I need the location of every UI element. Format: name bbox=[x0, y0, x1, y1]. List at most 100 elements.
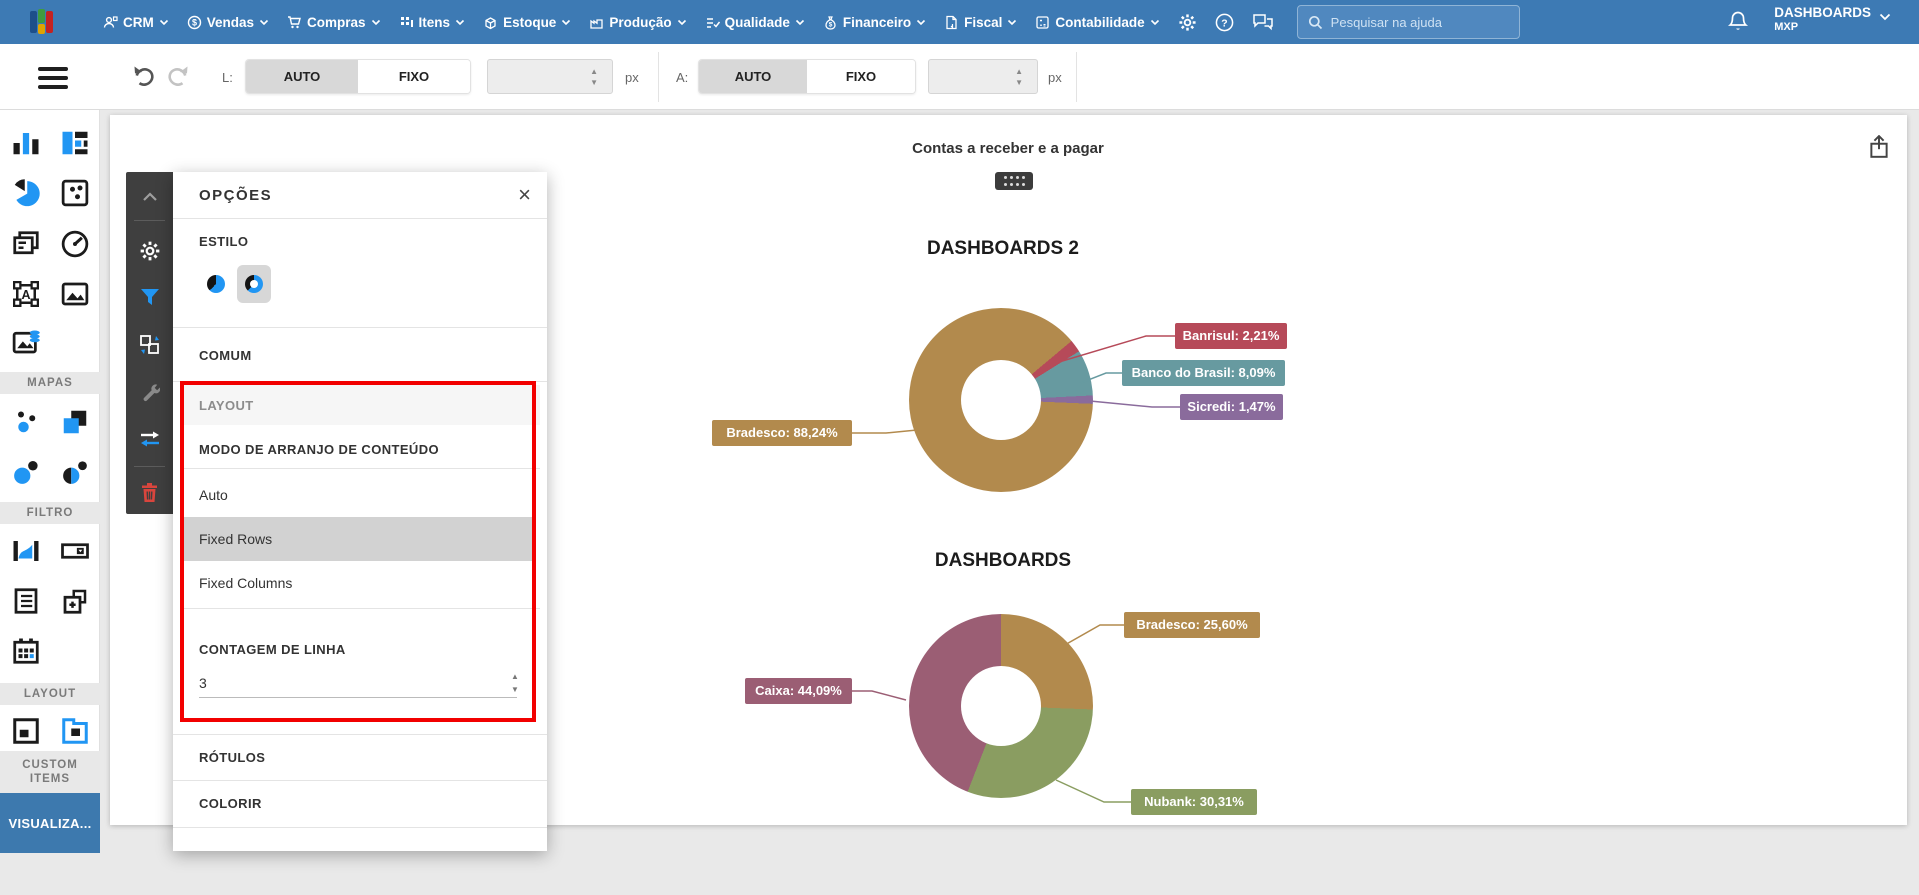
sidebar-section-mapas: MAPAS bbox=[0, 372, 100, 394]
row-count-input[interactable]: 3 bbox=[199, 668, 517, 698]
menu-contabilidade[interactable]: Contabilidade bbox=[1035, 15, 1159, 30]
widget-drag-handle[interactable] bbox=[995, 172, 1033, 190]
menu-vendas[interactable]: $ Vendas bbox=[187, 15, 269, 30]
widget-wrench-icon[interactable] bbox=[126, 382, 173, 402]
widget-move-copy-icon[interactable] bbox=[126, 334, 173, 356]
chevron-down-icon bbox=[1008, 19, 1017, 25]
bubble-map-widget-button[interactable] bbox=[9, 455, 43, 489]
slice-label-nubank[interactable]: Nubank: 30,31% bbox=[1131, 789, 1257, 815]
arrange-option-fixed-rows[interactable]: Fixed Rows bbox=[184, 517, 536, 561]
menu-label: Financeiro bbox=[842, 14, 912, 30]
menu-producao[interactable]: Produção bbox=[589, 15, 686, 30]
top-navigation-bar: CRM $ Vendas Compras Itens Estoque Produ… bbox=[0, 0, 1919, 44]
layout-container-widget-button[interactable] bbox=[9, 714, 43, 748]
widget-delete-trash-icon[interactable] bbox=[126, 482, 173, 503]
add-item-filter-widget-button[interactable] bbox=[58, 584, 92, 618]
account-switcher[interactable]: DASHBOARDS MXP bbox=[1774, 5, 1891, 34]
arrange-option-auto[interactable]: Auto bbox=[184, 473, 536, 517]
menu-estoque[interactable]: Estoque bbox=[483, 15, 571, 30]
bar-chart-widget-button[interactable] bbox=[9, 126, 43, 160]
sidebar-section-layout: LAYOUT bbox=[0, 683, 100, 705]
widget-tool-strip bbox=[126, 172, 173, 514]
width-auto-button[interactable]: AUTO bbox=[246, 60, 358, 93]
height-auto-button[interactable]: AUTO bbox=[699, 60, 807, 93]
scatter-chart-widget-button[interactable] bbox=[58, 176, 92, 210]
slice-label-banrisul[interactable]: Banrisul: 2,21% bbox=[1175, 323, 1287, 349]
gauge-widget-button[interactable] bbox=[58, 227, 92, 261]
account-name: DASHBOARDS bbox=[1774, 5, 1871, 20]
widget-settings-gear-icon[interactable] bbox=[126, 240, 173, 262]
widget-filter-icon[interactable] bbox=[126, 288, 173, 307]
menu-crm[interactable]: CRM bbox=[103, 15, 169, 30]
chevron-down-icon bbox=[917, 19, 926, 25]
pie-chart-widget-button[interactable] bbox=[9, 176, 43, 210]
panel-divider bbox=[180, 468, 540, 469]
height-fixed-button[interactable]: FIXO bbox=[807, 60, 915, 93]
share-export-icon[interactable] bbox=[1868, 135, 1890, 159]
donut-chart-dashboards2[interactable] bbox=[909, 308, 1093, 492]
range-filter-widget-button[interactable] bbox=[9, 534, 43, 568]
slice-label-sicredi[interactable]: Sicredi: 1,47% bbox=[1180, 394, 1283, 420]
search-input[interactable] bbox=[1330, 14, 1491, 30]
sidebar-section-custom-items: CUSTOM ITEMS bbox=[0, 751, 100, 793]
slice-label-banco-do-brasil[interactable]: Banco do Brasil: 8,09% bbox=[1122, 360, 1285, 386]
pie-map-widget-button[interactable] bbox=[58, 455, 92, 489]
spinner-down-icon[interactable]: ▼ bbox=[590, 79, 598, 87]
width-fixed-button[interactable]: FIXO bbox=[358, 60, 470, 93]
style-donut-button[interactable] bbox=[237, 265, 271, 303]
notifications-bell-icon[interactable] bbox=[1727, 10, 1749, 34]
chat-icon[interactable] bbox=[1252, 13, 1274, 31]
cards-widget-button[interactable] bbox=[9, 227, 43, 261]
slice-label-bradesco-2[interactable]: Bradesco: 25,60% bbox=[1124, 612, 1260, 638]
slice-label-caixa[interactable]: Caixa: 44,09% bbox=[745, 678, 852, 704]
style-pie-button[interactable] bbox=[199, 265, 233, 303]
spinner-up-icon[interactable]: ▲ bbox=[590, 68, 598, 76]
collapse-up-icon[interactable] bbox=[126, 192, 173, 202]
menu-qualidade[interactable]: Qualidade bbox=[705, 15, 805, 30]
date-filter-widget-button[interactable] bbox=[9, 634, 43, 668]
app-logo[interactable] bbox=[30, 9, 56, 35]
menu-financeiro[interactable]: $ Financeiro bbox=[823, 15, 926, 30]
redo-button[interactable] bbox=[164, 62, 192, 90]
help-icon[interactable]: ? bbox=[1215, 13, 1234, 32]
hamburger-menu-icon[interactable] bbox=[38, 67, 68, 94]
chevron-down-icon bbox=[371, 19, 380, 25]
height-value-input[interactable]: ▲ ▼ bbox=[928, 59, 1038, 94]
layout-tab-widget-button[interactable] bbox=[58, 714, 92, 748]
menu-fiscal[interactable]: Fiscal bbox=[944, 15, 1017, 30]
spinner-down-icon[interactable]: ▼ bbox=[511, 685, 519, 694]
spinner-down-icon[interactable]: ▼ bbox=[1015, 79, 1023, 87]
layered-map-widget-button[interactable] bbox=[58, 405, 92, 439]
menu-compras[interactable]: Compras bbox=[287, 15, 381, 30]
dot-map-widget-button[interactable] bbox=[9, 405, 43, 439]
labels-section-label[interactable]: RÓTULOS bbox=[199, 750, 265, 765]
logo-tile bbox=[30, 11, 37, 33]
pie-style-icon bbox=[207, 275, 225, 293]
image-widget-button[interactable] bbox=[58, 277, 92, 311]
width-value-input[interactable]: ▲ ▼ bbox=[487, 59, 613, 94]
spinner-up-icon[interactable]: ▲ bbox=[511, 672, 519, 681]
undo-button[interactable] bbox=[130, 62, 158, 90]
spinner-up-icon[interactable]: ▲ bbox=[1015, 68, 1023, 76]
color-section-label[interactable]: COLORIR bbox=[199, 796, 262, 811]
widget-swap-icon[interactable] bbox=[126, 430, 173, 448]
common-section-label[interactable]: COMUM bbox=[199, 348, 252, 363]
main-menu: CRM $ Vendas Compras Itens Estoque Produ… bbox=[94, 15, 1169, 30]
toolbar-divider bbox=[1076, 52, 1077, 102]
treemap-widget-button[interactable] bbox=[58, 126, 92, 160]
visualize-button[interactable]: VISUALIZA... bbox=[0, 793, 100, 853]
close-icon[interactable]: × bbox=[518, 182, 531, 208]
dropdown-filter-widget-button[interactable] bbox=[58, 534, 92, 568]
widget-palette-sidebar: A MAPAS FILTRO LAYOUT CUSTOM ITEMS VISUA… bbox=[0, 110, 100, 853]
settings-gear-icon[interactable] bbox=[1178, 13, 1197, 32]
image-data-widget-button[interactable] bbox=[9, 325, 43, 359]
slice-label-bradesco[interactable]: Bradesco: 88,24% bbox=[712, 420, 852, 446]
text-widget-button[interactable]: A bbox=[9, 277, 43, 311]
help-search-box bbox=[1296, 5, 1520, 39]
menu-label: Fiscal bbox=[964, 14, 1003, 30]
arrange-option-fixed-columns[interactable]: Fixed Columns bbox=[184, 561, 536, 605]
menu-itens[interactable]: Itens bbox=[399, 15, 466, 30]
panel-divider bbox=[173, 381, 547, 382]
donut-chart-dashboards[interactable] bbox=[909, 614, 1093, 798]
list-filter-widget-button[interactable] bbox=[9, 584, 43, 618]
